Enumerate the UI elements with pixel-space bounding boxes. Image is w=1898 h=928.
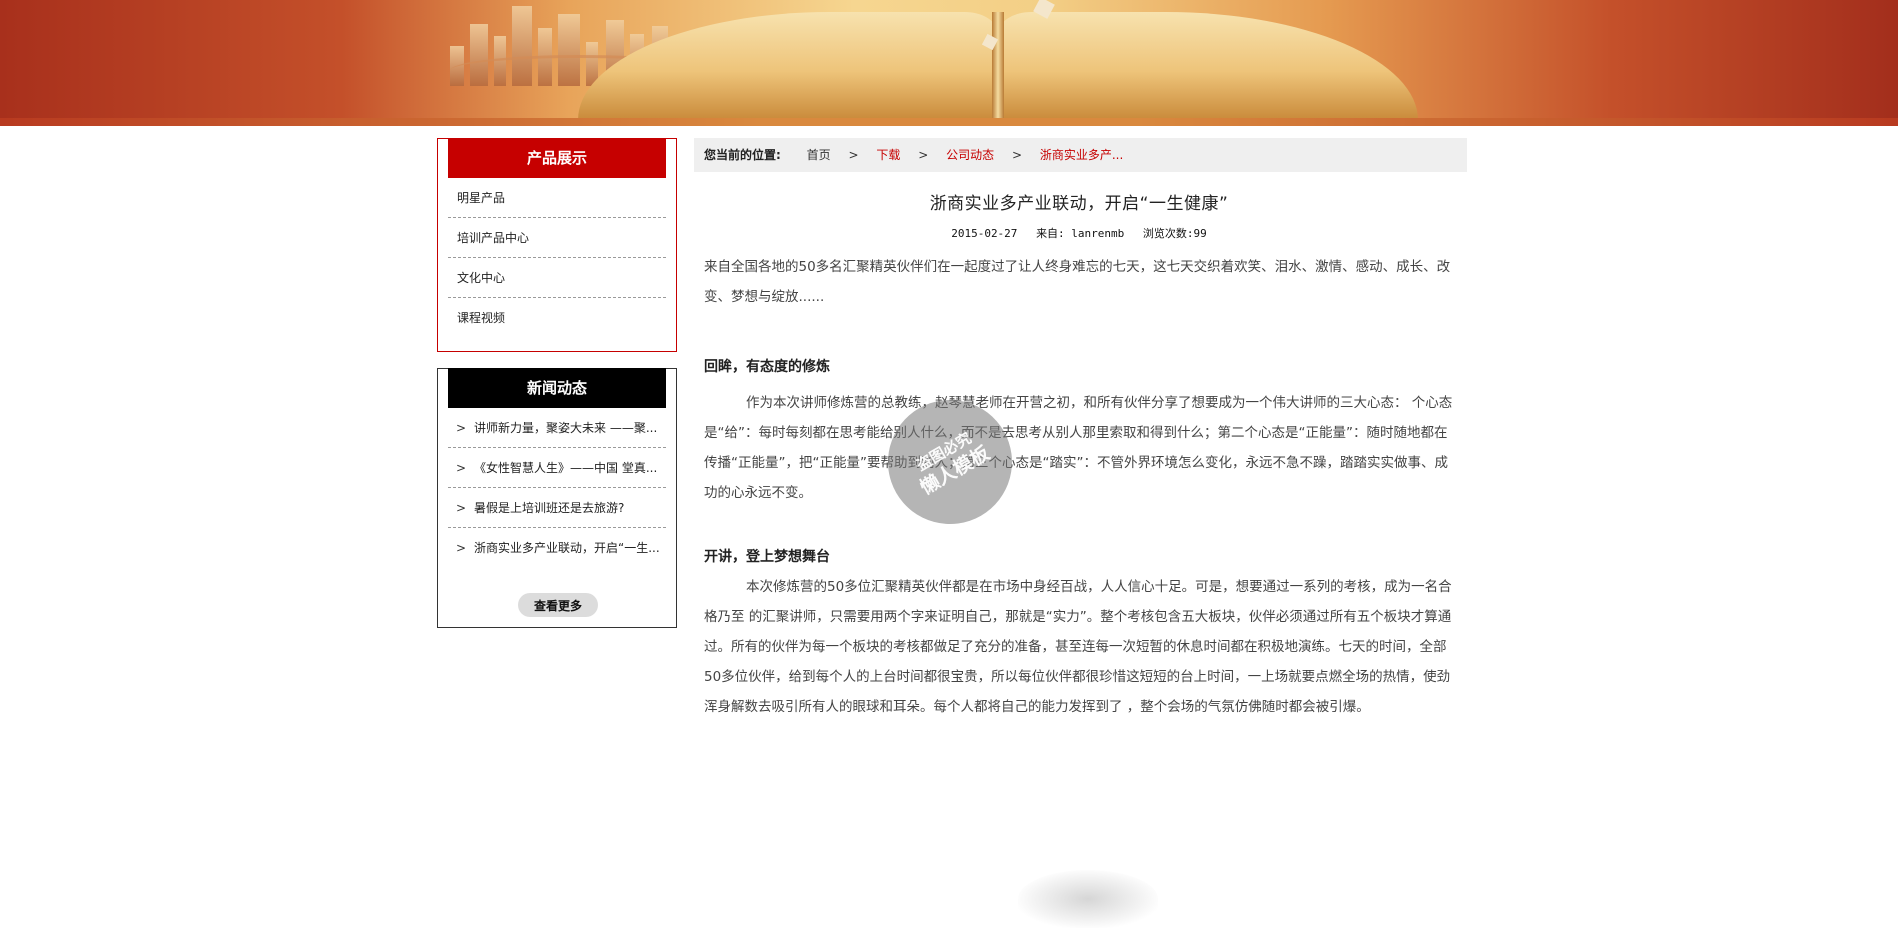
products-panel-title: 产品展示 — [448, 138, 666, 178]
article-views: 浏览次数:99 — [1142, 227, 1207, 240]
header-banner — [0, 0, 1898, 126]
news-item[interactable]: > 讲师新力量，聚姿大未来 ——聚... — [448, 408, 666, 448]
view-more-button[interactable]: 查看更多 — [518, 593, 598, 617]
product-item-star[interactable]: 明星产品 — [448, 178, 666, 218]
news-item-title: 讲师新力量，聚姿大未来 ——聚... — [474, 421, 658, 435]
chevron-right-icon: > — [456, 501, 467, 515]
article-meta: 2015-02-27 来自: lanrenmb 浏览次数:99 — [704, 226, 1454, 242]
breadcrumb-separator: > — [1011, 148, 1023, 162]
news-item-title: 浙商实业多产业联动，开启“一生... — [474, 541, 660, 555]
product-item-training-center[interactable]: 培训产品中心 — [448, 218, 666, 258]
news-item[interactable]: > 《女性智慧人生》——中国 堂真... — [448, 448, 666, 488]
breadcrumb-current-article[interactable]: 浙商实业多产... — [1040, 148, 1123, 162]
banner-bottom-band — [0, 118, 1898, 126]
breadcrumb-separator: > — [918, 148, 929, 162]
product-item-culture-center[interactable]: 文化中心 — [448, 258, 666, 298]
article-intro: 来自全国各地的50多名汇聚精英伙伴们在一起度过了让人终身难忘的七天，这七天交织着… — [704, 259, 1451, 305]
book-page-right — [998, 12, 1418, 120]
chevron-right-icon: > — [456, 461, 467, 475]
breadcrumb-label: 您当前的位置: — [704, 148, 781, 162]
breadcrumb-home-link[interactable]: 首页 — [807, 148, 831, 162]
news-panel: 新闻动态 > 讲师新力量，聚姿大未来 ——聚... > 《女性智慧人生》——中国 堂… — [437, 368, 677, 628]
article: 浙商实业多产业联动，开启“一生健康” 2015-02-27 来自: lanren… — [704, 180, 1454, 722]
article-date: 2015-02-27 — [951, 227, 1018, 240]
news-item[interactable]: > 暑假是上培训班还是去旅游? — [448, 488, 666, 528]
breadcrumb-company-news-link[interactable]: 公司动态 — [946, 148, 994, 162]
decorative-faded-image — [1018, 870, 1158, 928]
chevron-right-icon: > — [456, 421, 467, 435]
article-title: 浙商实业多产业联动，开启“一生健康” — [929, 194, 1229, 214]
news-item-title: 《女性智慧人生》——中国 堂真... — [474, 461, 658, 475]
breadcrumb-separator: > — [848, 148, 859, 162]
product-item-course-video[interactable]: 课程视频 — [448, 298, 666, 338]
section-paragraph: 作为本次讲师修炼营的总教练，赵琴慧老师在开营之初，和所有伙伴分享了想要成为一个伟… — [704, 395, 1453, 501]
section-heading: 回眸，有态度的修炼 — [704, 359, 830, 375]
news-item[interactable]: > 浙商实业多产业联动，开启“一生... — [448, 528, 666, 568]
news-item-title: 暑假是上培训班还是去旅游? — [474, 501, 625, 515]
news-list: > 讲师新力量，聚姿大未来 ——聚... > 《女性智慧人生》——中国 堂真... … — [448, 408, 666, 568]
products-panel: 产品展示 明星产品 培训产品中心 文化中心 课程视频 — [437, 138, 677, 352]
article-source: 来自: lanrenmb — [1036, 227, 1125, 240]
section-paragraph: 本次修炼营的50多位汇聚精英伙伴都是在市场中身经百战，人人信心十足。可是，想要通… — [704, 579, 1452, 715]
chevron-right-icon: > — [456, 541, 467, 555]
breadcrumb: 您当前的位置: 首页 > 下载 > 公司动态 > 浙商实业多产... — [694, 138, 1467, 172]
section-heading: 开讲，登上梦想舞台 — [704, 549, 830, 565]
news-panel-title: 新闻动态 — [448, 368, 666, 408]
book-spine — [992, 12, 1004, 120]
breadcrumb-download-link[interactable]: 下载 — [876, 148, 900, 162]
products-list: 明星产品 培训产品中心 文化中心 课程视频 — [448, 178, 666, 338]
